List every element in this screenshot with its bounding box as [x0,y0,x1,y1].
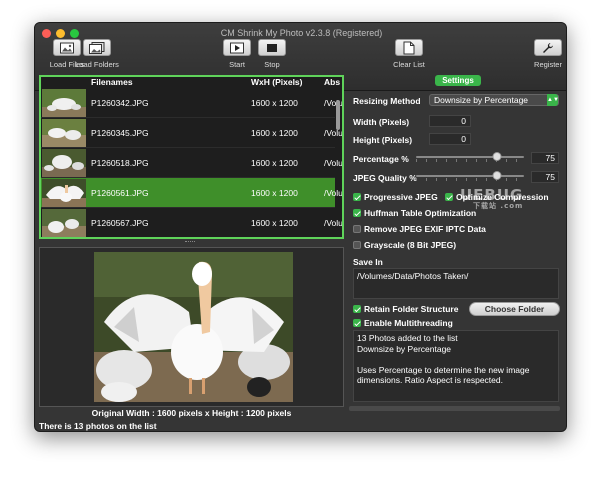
load-folders-label: Load Folders [75,60,119,69]
choose-folder-button[interactable]: Choose Folder [469,302,560,316]
checkbox-unchecked-icon [353,241,361,249]
clear-list-label: Clear List [393,60,425,69]
photo-thumbnail [42,149,86,177]
clear-list-button[interactable]: Clear List [379,39,439,69]
retain-folder-label: Retain Folder Structure [364,304,459,314]
slider-track [416,175,524,177]
percentage-label: Percentage % [353,154,409,164]
jpeg-quality-slider[interactable] [416,171,524,181]
load-folders-button[interactable]: Load Folders [67,39,127,69]
width-field[interactable]: 0 [429,115,471,127]
checkbox-checked-icon [445,193,453,201]
checkbox-checked-icon [353,193,361,201]
file-list[interactable]: Filenames WxH (Pixels) Abs P1260342.JPG … [39,75,344,239]
huffman-checkbox[interactable]: Huffman Table Optimization [353,208,476,218]
window-title: CM Shrink My Photo v2.3.8 (Registered) [220,28,383,38]
register-button[interactable]: Register [518,39,566,69]
settings-panel: Settings Resizing Method Downsize by Per… [348,75,566,415]
file-name: P1260567.JPG [91,218,149,228]
list-item[interactable]: P1260567.JPG 1600 x 1200 /Volu [41,208,342,237]
jpeg-quality-value[interactable]: 75 [531,171,559,183]
checkbox-checked-icon [353,319,361,327]
file-path: /Volu [324,98,343,108]
list-item[interactable]: P1260342.JPG 1600 x 1200 /Volu [41,88,342,118]
checkbox-unchecked-icon [353,225,361,233]
multithreading-label: Enable Multithreading [364,318,453,328]
progressive-jpeg-checkbox[interactable]: Progressive JPEG [353,192,438,202]
file-list-scrollbar[interactable] [336,100,340,130]
site-watermark-logo: UEBUG 下载站 .com [460,186,523,211]
column-dimensions[interactable]: WxH (Pixels) [251,77,303,87]
photo-thumbnail [42,209,86,237]
stop-label: Stop [264,60,280,69]
grayscale-label: Grayscale (8 Bit JPEG) [364,240,457,250]
percentage-slider[interactable] [416,152,524,162]
file-path: /Volu [324,218,343,228]
file-list-header: Filenames WxH (Pixels) Abs [41,77,342,88]
tab-settings[interactable]: Settings [435,75,481,86]
width-label: Width (Pixels) [353,117,410,127]
wrench-icon [534,39,562,56]
slider-knob[interactable] [492,171,502,180]
checkbox-checked-icon [353,209,361,217]
file-dimensions: 1600 x 1200 [251,98,298,108]
file-name: P1260342.JPG [91,98,149,108]
photo-preview-panel [39,247,344,407]
horizontal-scrollbar[interactable] [349,406,560,411]
jpeg-quality-label: JPEG Quality % [353,173,417,183]
retain-folder-checkbox[interactable]: Retain Folder Structure [353,304,458,314]
file-dimensions: 1600 x 1200 [251,158,298,168]
images-folder-icon [83,39,111,56]
remove-exif-label: Remove JPEG EXIF IPTC Data [364,224,486,234]
resizing-method-value: Downsize by Percentage [434,95,529,105]
slider-track [416,156,524,158]
slider-knob[interactable] [492,152,502,161]
slider-ticks [416,178,524,181]
file-path: /Volu [324,158,343,168]
stop-icon [258,39,286,56]
register-label: Register [534,60,562,69]
photo-thumbnail [42,119,86,147]
chevron-updown-icon: ▲▼ [547,94,559,106]
file-name: P1260518.JPG [91,158,149,168]
app-window: CM Shrink My Photo v2.3.8 (Registered) L… [34,22,567,432]
list-item[interactable]: P1260345.JPG 1600 x 1200 /Volu [41,118,342,148]
column-absolute-path[interactable]: Abs [324,77,340,87]
resizing-method-label: Resizing Method [353,96,421,106]
progressive-jpeg-label: Progressive JPEG [364,192,438,202]
save-in-label: Save In [353,257,383,267]
grayscale-checkbox[interactable]: Grayscale (8 Bit JPEG) [353,240,456,250]
photo-thumbnail [42,179,86,207]
column-filenames[interactable]: Filenames [91,77,133,87]
status-text: There is 13 photos on the list [39,421,157,431]
file-path: /Volu [324,128,343,138]
height-label: Height (Pixels) [353,135,413,145]
pelican-photo [94,252,293,402]
image-dimensions-caption: Original Width : 1600 pixels x Height : … [91,408,292,418]
file-path: /Volu [324,188,343,198]
slider-ticks [416,159,524,162]
file-name: P1260561.JPG [91,188,149,198]
document-icon [395,39,423,56]
resizing-method-select[interactable]: Downsize by Percentage ▲▼ [429,94,559,106]
checkbox-checked-icon [353,305,361,313]
log-text-area[interactable]: 13 Photos added to the list Downsize by … [353,330,559,402]
photo-thumbnail [42,89,86,117]
list-item[interactable]: P1260518.JPG 1600 x 1200 /Volu [41,148,342,178]
file-dimensions: 1600 x 1200 [251,128,298,138]
file-name: P1260345.JPG [91,128,149,138]
save-in-path-field[interactable]: /Volumes/Data/Photos Taken/ [353,268,559,299]
percentage-value[interactable]: 75 [531,152,559,164]
file-dimensions: 1600 x 1200 [251,218,298,228]
split-view-handle[interactable] [185,241,195,243]
file-dimensions: 1600 x 1200 [251,188,298,198]
height-field[interactable]: 0 [429,133,471,145]
multithreading-checkbox[interactable]: Enable Multithreading [353,318,453,328]
remove-exif-checkbox[interactable]: Remove JPEG EXIF IPTC Data [353,224,486,234]
list-item-selected[interactable]: P1260561.JPG 1600 x 1200 /Volu [41,178,342,208]
stop-button[interactable]: Stop [242,39,302,69]
